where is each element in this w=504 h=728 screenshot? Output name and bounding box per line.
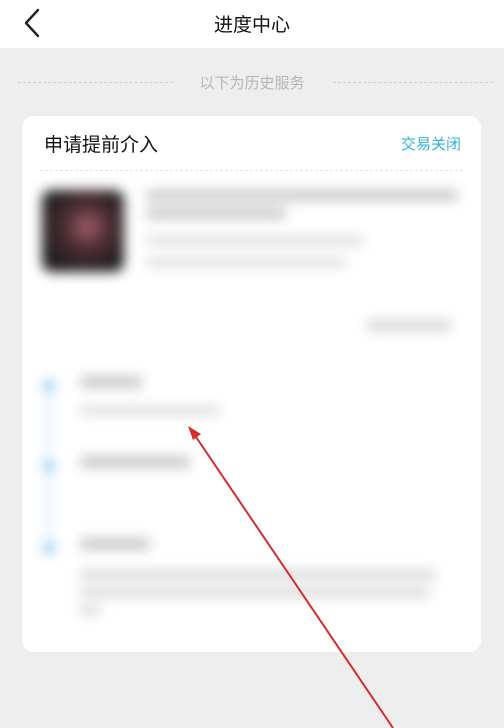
blurred-text	[146, 190, 458, 201]
blurred-text	[146, 258, 346, 267]
blurred-text	[80, 376, 142, 388]
blurred-text	[146, 208, 286, 219]
history-divider: 以下为历史服务	[0, 70, 504, 96]
top-navigation-bar: 进度中心	[0, 0, 504, 48]
timeline-dot	[43, 460, 55, 472]
timeline-dot	[43, 380, 55, 392]
blurred-text	[146, 236, 364, 245]
blurred-text	[80, 606, 100, 615]
product-thumbnail	[42, 190, 124, 272]
service-card[interactable]: 申请提前介入 交易关闭	[22, 116, 481, 652]
card-separator	[40, 170, 463, 171]
blurred-order-details	[22, 172, 481, 622]
blurred-text	[80, 538, 150, 550]
blurred-text	[80, 570, 436, 579]
blurred-text	[80, 456, 190, 468]
card-status[interactable]: 交易关闭	[401, 133, 461, 154]
blurred-text	[80, 406, 220, 415]
divider-dash-right	[333, 82, 493, 83]
blurred-text	[367, 320, 451, 331]
timeline-dot	[43, 542, 55, 554]
page-title: 进度中心	[213, 14, 290, 36]
card-title: 申请提前介入	[44, 134, 159, 156]
blurred-text	[80, 588, 430, 597]
